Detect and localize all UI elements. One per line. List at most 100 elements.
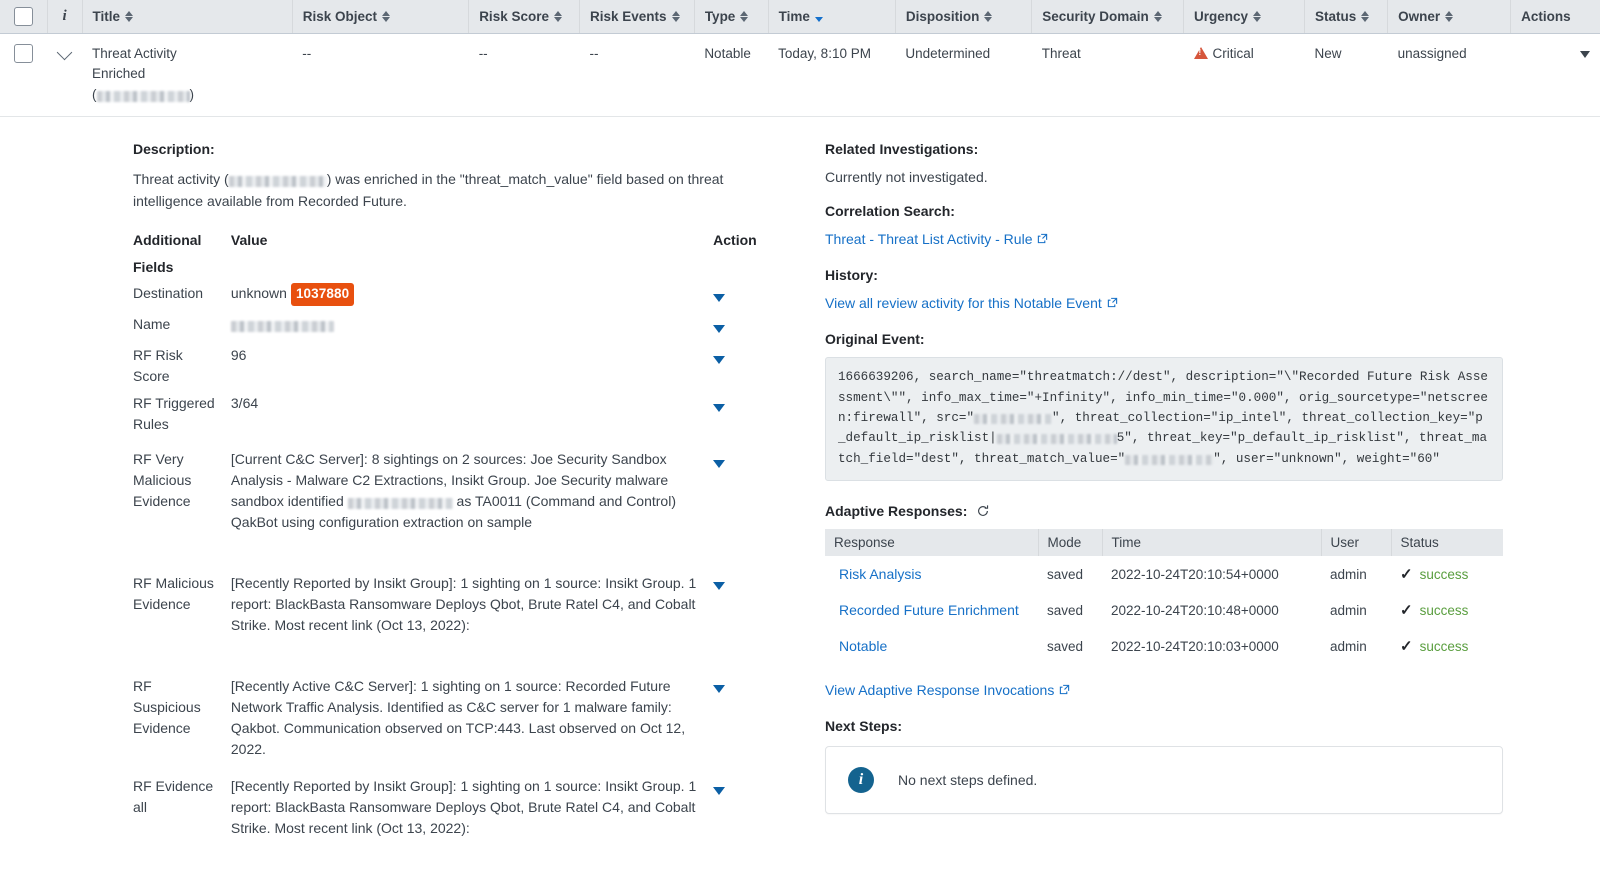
original-event-heading: Original Event: [825,331,1560,347]
adaptive-response-link-recorded-future-enrichment[interactable]: Recorded Future Enrichment [839,602,1019,618]
ar-cell-status: ✓success [1391,592,1503,628]
column-header-disposition[interactable]: Disposition [895,0,1031,33]
spacer-cell [133,640,231,674]
column-header-title[interactable]: Title [82,0,292,33]
sort-icon-risk-object[interactable] [382,11,390,22]
correlation-search-link-row: Threat - Threat List Activity - Rule [825,231,1560,249]
additional-fields-body: Destination unknown1037880 Name RF Risk … [133,281,775,879]
field-action-rf-risk-score [713,343,775,391]
field-action-caret-icon[interactable] [713,460,725,468]
column-header-actions: Actions [1511,0,1600,33]
spacer-cell [713,843,775,877]
sort-icon-risk-events[interactable] [672,11,680,22]
view-adaptive-response-invocations-link[interactable]: View Adaptive Response Invocations [825,682,1054,698]
ar-cell-response: Risk Analysis [825,556,1038,592]
adaptive-responses-table-header: Response Mode Time User Status [825,529,1503,556]
field-action-rf-suspicious-evidence [713,674,775,764]
history-heading: History: [825,267,1560,283]
additional-fields-header: Additional Fields Value Action [133,232,775,281]
column-header-risk-score[interactable]: Risk Score [469,0,580,33]
field-action-rf-malicious-evidence [713,571,775,640]
additional-fields-table: Additional Fields Value Action Destinati… [133,232,775,879]
column-header-type[interactable]: Type [694,0,768,33]
title-redacted-line: () [92,85,282,106]
redacted-ip-inline-1 [348,498,453,509]
field-name-rf-triggered-rules: RF Triggered Rules [133,391,231,439]
column-header-security-domain[interactable]: Security Domain [1032,0,1184,33]
sort-icon-time-descending[interactable] [815,11,823,22]
sort-icon-risk-score[interactable] [554,11,562,22]
ar-cell-status: ✓ success [1391,628,1503,664]
field-action-caret-icon[interactable] [713,787,725,795]
value-col-header: Value [231,232,713,281]
sort-icon-type[interactable] [740,11,748,22]
field-action-caret-icon[interactable] [713,325,725,333]
column-header-risk-events[interactable]: Risk Events [579,0,694,33]
sort-icon-owner[interactable] [1445,11,1453,22]
ar-cell-user: admin [1321,592,1391,628]
field-action-caret-icon[interactable] [713,582,725,590]
field-row-name: Name [133,312,775,343]
field-action-caret-icon[interactable] [713,294,725,302]
sort-icon-status[interactable] [1361,11,1369,22]
select-all-checkbox[interactable] [14,7,33,26]
chevron-down-icon[interactable] [57,44,73,60]
field-action-rf-triggered-rules [713,391,775,439]
cell-time: Today, 8:10 PM [768,33,895,117]
external-link-icon [1107,297,1118,308]
field-name-destination: Destination [133,281,231,312]
correlation-search-link[interactable]: Threat - Threat List Activity - Rule [825,231,1032,247]
field-action-caret-icon[interactable] [713,404,725,412]
check-icon: ✓ [1400,637,1413,655]
column-header-owner[interactable]: Owner [1388,0,1511,33]
sort-icon-title[interactable] [125,11,133,22]
field-value-name [231,312,713,343]
cell-type: Notable [694,33,768,117]
column-header-risk-object[interactable]: Risk Object [292,0,468,33]
adaptive-responses-heading: Adaptive Responses: [825,503,967,519]
related-investigations-text: Currently not investigated. [825,169,1560,185]
adaptive-responses-header-row: Response Mode Time User Status [825,529,1503,556]
field-action-rf-evidence-all [713,764,775,843]
ar-cell-time: 2022-10-24T20:10:03+0000 [1102,628,1321,664]
next-steps-heading: Next Steps: [825,718,1560,734]
history-link[interactable]: View all review activity for this Notabl… [825,295,1102,311]
description-text-before: Threat activity ( [133,171,229,187]
field-row-rf-malicious-evidence: RF Malicious Evidence [Recently Reported… [133,571,775,640]
status-badge: success [1420,639,1469,654]
column-header-type-label: Type [705,9,736,24]
field-action-caret-icon[interactable] [713,356,725,364]
actions-dropdown-icon[interactable] [1580,51,1590,58]
sort-icon-disposition[interactable] [984,11,992,22]
table-row[interactable]: Threat Activity Enriched () -- -- -- Not… [0,33,1600,117]
field-row-destination: Destination unknown1037880 [133,281,775,312]
check-icon: ✓ [1400,565,1413,583]
spacer-cell [231,640,713,674]
refresh-icon[interactable] [976,504,990,518]
adaptive-response-link-risk-analysis[interactable]: Risk Analysis [839,566,921,582]
description-text: Threat activity () was enriched in the "… [133,169,758,212]
adaptive-response-link-notable[interactable]: Notable [839,638,887,654]
redacted-threat-match-value-ip [1125,455,1213,465]
table-body: Threat Activity Enriched () -- -- -- Not… [0,33,1600,117]
sort-icon-security-domain[interactable] [1154,11,1162,22]
status-badge: success [1420,603,1469,618]
ar-cell-response: Notable [825,628,1038,664]
field-name-rf-evidence-all: RF Evidence all [133,764,231,843]
title-line-1: Threat Activity [92,44,282,65]
field-action-caret-icon[interactable] [713,685,725,693]
destination-value-text: unknown [231,285,287,301]
sort-icon-urgency[interactable] [1253,11,1261,22]
field-row-rf-suspicious-evidence: RF Suspicious Evidence [Recently Active … [133,674,775,764]
row-checkbox[interactable] [14,44,33,63]
field-action-destination [713,281,775,312]
cell-actions [1511,33,1600,117]
column-header-urgency[interactable]: Urgency [1184,0,1305,33]
column-header-status[interactable]: Status [1305,0,1388,33]
adaptive-response-row: Notable saved 2022-10-24T20:10:03+0000 a… [825,628,1503,664]
spacer-cell [713,640,775,674]
additional-label-line2: Fields [133,259,231,275]
cell-disposition: Undetermined [895,33,1031,117]
column-header-time[interactable]: Time [768,0,895,33]
ar-column-header-status: Status [1391,529,1503,556]
